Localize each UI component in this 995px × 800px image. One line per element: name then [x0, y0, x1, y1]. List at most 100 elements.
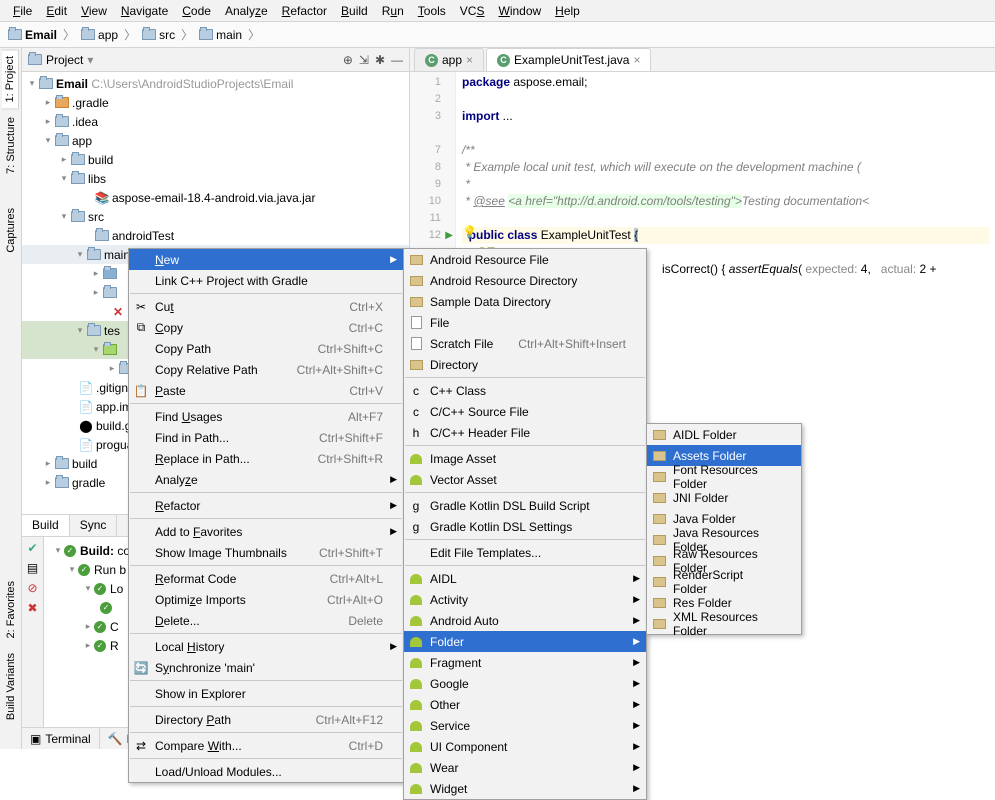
menu-item-synchronize-main-[interactable]: 🔄Synchronize 'main' — [129, 657, 403, 678]
menu-item-analyze[interactable]: Analyze▶ — [129, 469, 403, 490]
menu-refactor[interactable]: Refactor — [275, 1, 334, 21]
menu-item-link-c-project-with-gradle[interactable]: Link C++ Project with Gradle — [129, 270, 403, 291]
chevron-right-icon: 〉 — [122, 26, 138, 43]
menu-item-load-unload-modules-[interactable]: Load/Unload Modules... — [129, 761, 403, 782]
menu-item-aidl-folder[interactable]: AIDL Folder — [647, 424, 801, 445]
build-tab-build[interactable]: Build — [22, 515, 70, 536]
menu-item-c-c-header-file[interactable]: hC/C++ Header File — [404, 422, 646, 443]
menu-item-directory[interactable]: Directory — [404, 354, 646, 375]
menu-item-service[interactable]: Service▶ — [404, 715, 646, 736]
menu-item-other[interactable]: Other▶ — [404, 694, 646, 715]
editor-tabs: Capp× CExampleUnitTest.java× — [410, 48, 995, 72]
menu-item-widget[interactable]: Widget▶ — [404, 778, 646, 799]
menu-item-google[interactable]: Google▶ — [404, 673, 646, 694]
menu-file[interactable]: File — [6, 1, 39, 21]
menu-item-gradle-kotlin-dsl-build-script[interactable]: gGradle Kotlin DSL Build Script — [404, 495, 646, 516]
menu-item-cut[interactable]: ✂CutCtrl+X — [129, 296, 403, 317]
stop-icon[interactable]: ⊘ — [27, 581, 37, 595]
menu-item-add-to-favorites[interactable]: Add to Favorites▶ — [129, 521, 403, 542]
tab-project[interactable]: 1: Project — [2, 49, 19, 109]
menu-tools[interactable]: Tools — [411, 1, 453, 21]
menu-view[interactable]: View — [74, 1, 114, 21]
menu-item-activity[interactable]: Activity▶ — [404, 589, 646, 610]
intention-bulb-icon[interactable]: 💡 — [462, 225, 477, 239]
menu-item-vector-asset[interactable]: Vector Asset — [404, 469, 646, 490]
project-panel-header: Project ▾ ⊕ ⇲ ✱ — — [22, 48, 409, 72]
filter-icon[interactable]: ▤ — [27, 561, 38, 575]
menu-item-jni-folder[interactable]: JNI Folder — [647, 487, 801, 508]
menu-item-optimize-imports[interactable]: Optimize ImportsCtrl+Alt+O — [129, 589, 403, 610]
menu-item-fragment[interactable]: Fragment▶ — [404, 652, 646, 673]
menu-item-scratch-file[interactable]: Scratch FileCtrl+Alt+Shift+Insert — [404, 333, 646, 354]
menu-item-sample-data-directory[interactable]: Sample Data Directory — [404, 291, 646, 312]
build-tab-sync[interactable]: Sync — [70, 515, 118, 536]
menu-run[interactable]: Run — [375, 1, 411, 21]
settings-icon[interactable]: ✱ — [375, 53, 385, 67]
menu-item-aidl[interactable]: AIDL▶ — [404, 568, 646, 589]
class-icon: C — [497, 54, 510, 67]
menu-edit[interactable]: Edit — [39, 1, 74, 21]
menu-item-copy[interactable]: ⧉CopyCtrl+C — [129, 317, 403, 338]
menu-item-c-c-source-file[interactable]: cC/C++ Source File — [404, 401, 646, 422]
tab-favorites[interactable]: 2: Favorites — [3, 575, 19, 644]
submenu-folder: AIDL FolderAssets FolderFont Resources F… — [646, 423, 802, 635]
menu-item-file[interactable]: File — [404, 312, 646, 333]
close-icon[interactable]: × — [633, 53, 640, 67]
menu-item-renderscript-folder[interactable]: RenderScript Folder — [647, 571, 801, 592]
menu-item-edit-file-templates-[interactable]: Edit File Templates... — [404, 542, 646, 563]
menu-code[interactable]: Code — [175, 1, 218, 21]
menu-item-directory-path[interactable]: Directory PathCtrl+Alt+F12 — [129, 709, 403, 730]
tab-captures[interactable]: Captures — [3, 202, 19, 259]
build-gutter: ✔ ▤ ⊘ ✖ — [22, 537, 44, 749]
menu-build[interactable]: Build — [334, 1, 375, 21]
menu-window[interactable]: Window — [491, 1, 548, 21]
collapse-all-icon[interactable]: ⇲ — [359, 53, 369, 67]
menu-item-image-asset[interactable]: Image Asset — [404, 448, 646, 469]
menu-item-show-in-explorer[interactable]: Show in Explorer — [129, 683, 403, 704]
breadcrumb-main[interactable]: main — [195, 28, 246, 42]
menu-item-wear[interactable]: Wear▶ — [404, 757, 646, 778]
menu-item-compare-with-[interactable]: ⇄Compare With...Ctrl+D — [129, 735, 403, 756]
menu-item-ui-component[interactable]: UI Component▶ — [404, 736, 646, 757]
menu-item-copy-relative-path[interactable]: Copy Relative PathCtrl+Alt+Shift+C — [129, 359, 403, 380]
menu-item-find-usages[interactable]: Find UsagesAlt+F7 — [129, 406, 403, 427]
menu-analyze[interactable]: Analyze — [218, 1, 275, 21]
menu-item-paste[interactable]: 📋PasteCtrl+V — [129, 380, 403, 401]
chevron-right-icon: 〉 — [61, 26, 77, 43]
submenu-new: Android Resource FileAndroid Resource Di… — [403, 248, 647, 800]
menu-item-new[interactable]: New▶ — [129, 249, 403, 270]
menu-item-copy-path[interactable]: Copy PathCtrl+Shift+C — [129, 338, 403, 359]
menu-navigate[interactable]: Navigate — [114, 1, 175, 21]
rerun-icon[interactable]: ✖ — [27, 601, 37, 615]
menu-item-show-image-thumbnails[interactable]: Show Image ThumbnailsCtrl+Shift+T — [129, 542, 403, 563]
menu-item-font-resources-folder[interactable]: Font Resources Folder — [647, 466, 801, 487]
menu-item-android-resource-directory[interactable]: Android Resource Directory — [404, 270, 646, 291]
editor-tab-exampletest[interactable]: CExampleUnitTest.java× — [486, 48, 651, 71]
menu-vcs[interactable]: VCS — [453, 1, 492, 21]
menu-item-xml-resources-folder[interactable]: XML Resources Folder — [647, 613, 801, 634]
menu-item-find-in-path-[interactable]: Find in Path...Ctrl+Shift+F — [129, 427, 403, 448]
editor-tab-app[interactable]: Capp× — [414, 48, 484, 71]
menu-item-delete-[interactable]: Delete...Delete — [129, 610, 403, 631]
menu-item-android-auto[interactable]: Android Auto▶ — [404, 610, 646, 631]
tab-build-variants[interactable]: Build Variants — [3, 647, 19, 726]
menu-item-reformat-code[interactable]: Reformat CodeCtrl+Alt+L — [129, 568, 403, 589]
menu-item-gradle-kotlin-dsl-settings[interactable]: gGradle Kotlin DSL Settings — [404, 516, 646, 537]
scroll-from-source-icon[interactable]: ⊕ — [343, 53, 353, 67]
menu-item-android-resource-file[interactable]: Android Resource File — [404, 249, 646, 270]
menu-item-c-class[interactable]: cC++ Class — [404, 380, 646, 401]
hide-icon[interactable]: — — [391, 53, 403, 67]
menu-item-local-history[interactable]: Local History▶ — [129, 636, 403, 657]
tab-terminal[interactable]: ▣ Terminal — [22, 728, 100, 749]
tab-structure[interactable]: 7: Structure — [3, 111, 19, 180]
close-icon[interactable]: × — [466, 53, 473, 67]
breadcrumb-email[interactable]: Email — [4, 28, 61, 42]
menu-item-folder[interactable]: Folder▶ — [404, 631, 646, 652]
breadcrumb-app[interactable]: app — [77, 28, 122, 42]
breadcrumb-src[interactable]: src — [138, 28, 179, 42]
menu-item-replace-in-path-[interactable]: Replace in Path...Ctrl+Shift+R — [129, 448, 403, 469]
check-icon[interactable]: ✔ — [27, 541, 37, 555]
menu-item-refactor[interactable]: Refactor▶ — [129, 495, 403, 516]
menu-help[interactable]: Help — [548, 1, 587, 21]
folder-icon — [8, 29, 22, 40]
